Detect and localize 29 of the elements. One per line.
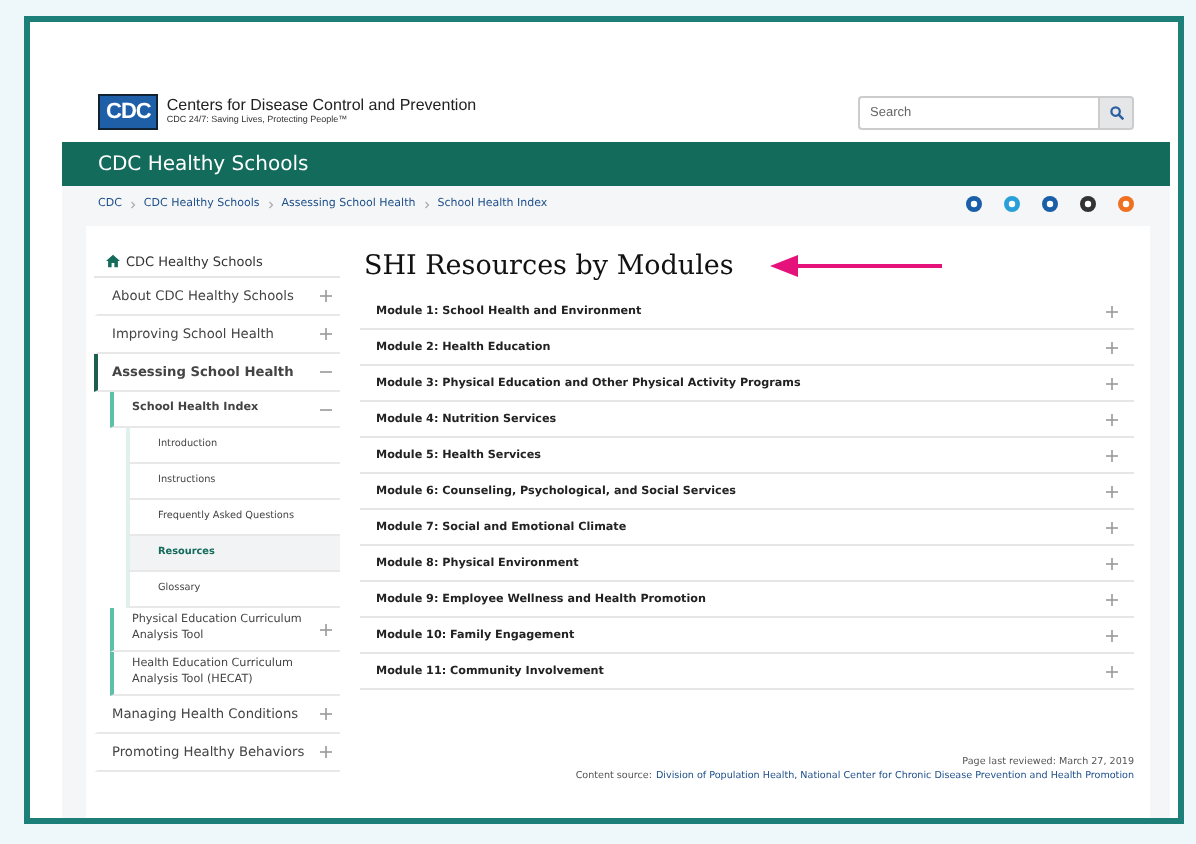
plus-icon[interactable] xyxy=(1106,485,1118,497)
plus-icon[interactable] xyxy=(320,290,332,302)
plus-icon[interactable] xyxy=(1106,521,1118,533)
plus-icon[interactable] xyxy=(1106,341,1118,353)
plus-icon[interactable] xyxy=(320,623,332,636)
chevron-icon xyxy=(129,199,136,209)
plus-icon[interactable] xyxy=(320,328,332,340)
chevron-icon xyxy=(423,199,430,209)
plus-icon[interactable] xyxy=(1106,305,1118,317)
home-icon xyxy=(106,254,120,268)
org-name: Centers for Disease Control and Prevention xyxy=(166,98,477,115)
search-button[interactable] xyxy=(1098,95,1134,129)
plus-icon[interactable] xyxy=(320,708,332,721)
plus-icon[interactable] xyxy=(1106,377,1118,389)
plus-icon[interactable] xyxy=(1106,449,1118,461)
plus-icon[interactable] xyxy=(1106,557,1118,569)
minus-icon[interactable] xyxy=(320,403,332,415)
plus-icon[interactable] xyxy=(1106,629,1118,641)
plus-icon[interactable] xyxy=(1106,413,1118,425)
search-icon xyxy=(1109,105,1123,119)
minus-icon[interactable] xyxy=(320,366,332,378)
plus-icon[interactable] xyxy=(320,746,332,759)
arrow-icon xyxy=(769,254,942,278)
chevron-icon xyxy=(267,199,274,209)
plus-icon[interactable] xyxy=(1106,665,1118,677)
plus-icon[interactable] xyxy=(1106,593,1118,605)
cdc-logo[interactable]: CDC xyxy=(98,94,159,130)
page-title: SHI Resources by Modules xyxy=(364,250,734,282)
site-title[interactable]: CDC Healthy Schools xyxy=(98,153,309,175)
